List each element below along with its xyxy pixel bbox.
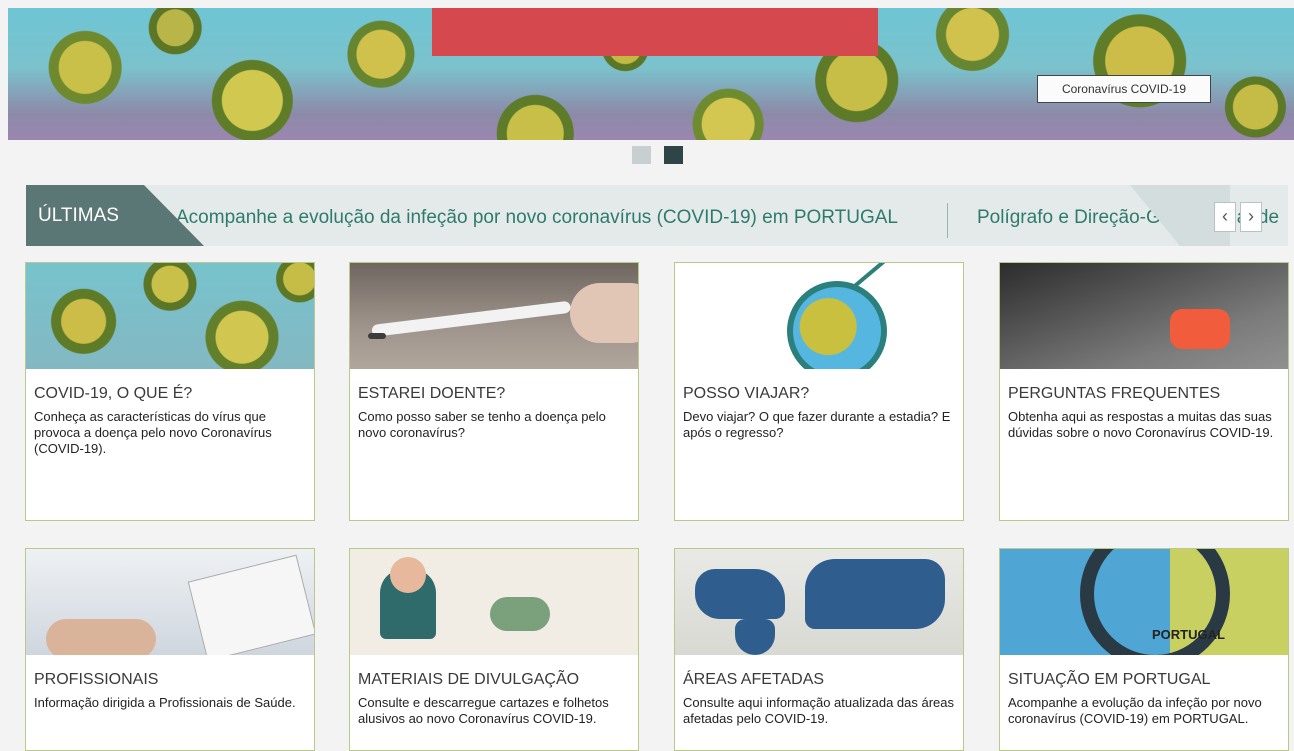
card-image	[350, 549, 638, 655]
world-map-shape	[695, 569, 785, 619]
card-description: Consulte e descarregue cartazes e folhet…	[358, 695, 609, 726]
card-can-i-travel[interactable]: POSSO VIAJAR? Devo viajar? O que fazer d…	[674, 262, 964, 521]
card-description: Informação dirigida a Profissionais de S…	[34, 695, 296, 710]
card-title: PROFISSIONAIS	[34, 671, 159, 688]
card-title: ESTAREI DOENTE?	[358, 385, 506, 402]
chevron-right-icon: ›	[1248, 206, 1254, 226]
card-image	[26, 263, 314, 369]
ticker-next-button[interactable]: ›	[1240, 202, 1262, 232]
hand-shape	[570, 283, 638, 343]
card-am-i-sick[interactable]: ESTAREI DOENTE? Como posso saber se tenh…	[349, 262, 639, 521]
card-materials[interactable]: MATERIAIS DE DIVULGAÇÃO Consulte e desca…	[349, 548, 639, 751]
card-title: MATERIAIS DE DIVULGAÇÃO	[358, 671, 580, 688]
card-image	[675, 549, 963, 655]
map-label: PORTUGAL	[1152, 627, 1225, 642]
chevron-left-icon: ‹	[1222, 206, 1228, 226]
card-title: SITUAÇÃO EM PORTUGAL	[1008, 671, 1211, 688]
thermometer-tip	[368, 333, 386, 339]
card-description: Conheça as características do vírus que …	[34, 409, 272, 456]
card-title: POSSO VIAJAR?	[683, 385, 810, 402]
card-image	[1000, 263, 1288, 369]
card-image: PORTUGAL	[1000, 549, 1288, 655]
slider-dot-2-active[interactable]	[664, 146, 683, 164]
card-title: PERGUNTAS FREQUENTES	[1008, 385, 1221, 402]
card-covid-what-is[interactable]: COVID-19, O QUE É? Conheça as caracterís…	[25, 262, 315, 521]
hero-banner[interactable]: Coronavírus COVID-19	[8, 8, 1294, 140]
card-description: Acompanhe a evolução da infeção por novo…	[1008, 695, 1262, 726]
document-shape	[187, 554, 314, 655]
card-faq[interactable]: PERGUNTAS FREQUENTES Obtenha aqui as res…	[999, 262, 1289, 521]
slider-dot-1[interactable]	[632, 146, 651, 164]
ticker-label-text: ÚLTIMAS	[38, 205, 119, 226]
handwash-icon	[490, 597, 550, 631]
question-mark-icon	[1170, 309, 1230, 349]
hero-tooltip: Coronavírus COVID-19	[1037, 75, 1211, 103]
person-head	[390, 557, 426, 593]
card-image	[26, 549, 314, 655]
card-description: Como posso saber se tenho a doença pelo …	[358, 409, 606, 440]
ticker-item-link[interactable]: Acompanhe a evolução da infeção por novo…	[176, 207, 898, 229]
card-description: Consulte aqui informação atualizada das …	[683, 695, 955, 726]
card-affected-areas[interactable]: ÁREAS AFETADAS Consulte aqui informação …	[674, 548, 964, 751]
airplane-icon	[850, 263, 900, 290]
globe-icon	[787, 281, 887, 369]
world-map-shape	[735, 619, 775, 655]
hero-title-banner	[432, 8, 878, 56]
hand-shape	[46, 619, 156, 655]
thermometer-shape	[371, 300, 572, 337]
ticker-prev-button[interactable]: ‹	[1214, 202, 1236, 232]
ticker-divider	[947, 203, 948, 238]
card-description: Obtenha aqui as respostas a muitas das s…	[1008, 409, 1274, 440]
world-map-shape	[805, 559, 945, 629]
card-description: Devo viajar? O que fazer durante a estad…	[683, 409, 951, 440]
card-title: ÁREAS AFETADAS	[683, 671, 825, 688]
card-image	[675, 263, 963, 369]
card-portugal-situation[interactable]: PORTUGAL SITUAÇÃO EM PORTUGAL Acompanhe …	[999, 548, 1289, 751]
card-professionals[interactable]: PROFISSIONAIS Informação dirigida a Prof…	[25, 548, 315, 751]
card-title: COVID-19, O QUE É?	[34, 385, 193, 402]
news-ticker: Acompanhe a evolução da infeção por novo…	[26, 185, 1288, 246]
card-image	[350, 263, 638, 369]
